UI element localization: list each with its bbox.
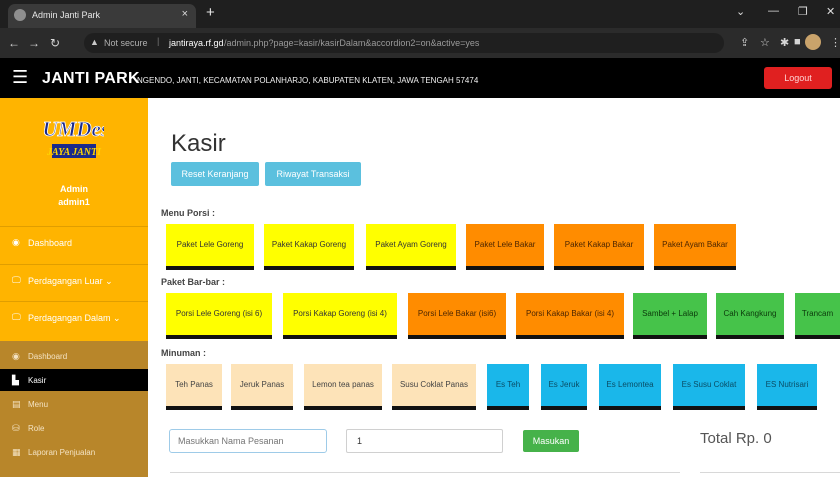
tab-search-icon[interactable]: ⌄ (736, 5, 745, 18)
brand-title: JANTI PARK (42, 70, 140, 87)
url-path: /admin.php?page=kasir/kasirDalam&accordi… (224, 38, 480, 48)
browser-tab[interactable]: Admin Janti Park × (8, 4, 196, 28)
reset-cart-button[interactable]: Reset Keranjang (171, 162, 259, 186)
menu-icon: ▤ (12, 399, 21, 409)
minimize-icon[interactable]: — (768, 5, 779, 17)
extensions-icon[interactable]: ✱ (780, 36, 789, 49)
dashboard-icon: ◉ (12, 351, 20, 361)
sidebar-item-dashboard[interactable]: ◉ Dashboard (0, 226, 148, 259)
logout-button[interactable]: Logout (764, 67, 832, 89)
sidebar-item-perdagangan-luar[interactable]: 🖵 Perdagangan Luar ⌄ (0, 264, 148, 301)
product-paket-ayam-bakar[interactable]: Paket Ayam Bakar (654, 224, 736, 270)
sidebar-item-perdagangan-dalam[interactable]: 🖵 Perdagangan Dalam ⌄ (0, 301, 148, 342)
product-jeruk-panas[interactable]: Jeruk Panas (231, 364, 293, 410)
svg-text:BUMDesa: BUMDesa (44, 117, 104, 141)
product-trancam[interactable]: Trancam (795, 293, 840, 339)
order-table-edge (170, 472, 680, 478)
sidebar-submenu: ◉ Dashboard ▙ Kasir ▤ Menu ⛁ Role ▦ Lapo… (0, 341, 148, 477)
page-title: Kasir (171, 130, 226, 157)
tab-title: Admin Janti Park (32, 10, 101, 20)
product-susu-coklat-panas[interactable]: Susu Coklat Panas (392, 364, 476, 410)
product-es-teh[interactable]: Es Teh (487, 364, 529, 410)
hamburger-menu-icon[interactable]: ☰ (12, 67, 28, 88)
product-es-jeruk[interactable]: Es Jeruk (541, 364, 587, 410)
product-es-lemontea[interactable]: Es Lemontea (599, 364, 661, 410)
url-field[interactable]: ▲ Not secure | jantiraya.rf.gd /admin.ph… (84, 33, 724, 53)
back-icon[interactable]: ← (8, 36, 20, 50)
browser-menu-icon[interactable]: ⋮ (830, 36, 840, 49)
product-porsi-kakap-bakar[interactable]: Porsi Kakap Bakar (isi 4) (516, 293, 624, 339)
section-label-paket-bar-bar: Paket Bar-bar : (161, 277, 226, 287)
maximize-icon[interactable]: ❐ (798, 5, 808, 18)
site-favicon-icon (14, 9, 26, 21)
report-icon: ▦ (12, 447, 21, 457)
transaction-history-button[interactable]: Riwayat Transaksi (265, 162, 361, 186)
quantity-input[interactable] (346, 429, 503, 453)
browser-tab-bar: Admin Janti Park × + ⌄ — ❐ ✕ (0, 0, 840, 28)
section-label-menu-porsi: Menu Porsi : (161, 208, 216, 218)
profile-avatar[interactable] (805, 34, 821, 50)
product-lemon-tea-panas[interactable]: Lemon tea panas (304, 364, 382, 410)
svg-text:JAYA JANTI: JAYA JANTI (46, 147, 102, 158)
order-name-input[interactable] (169, 429, 327, 453)
forward-icon[interactable]: → (28, 36, 40, 50)
dashboard-icon: ◉ (12, 237, 20, 247)
product-paket-lele-bakar[interactable]: Paket Lele Bakar (466, 224, 544, 270)
tab-close-icon[interactable]: × (182, 8, 188, 20)
submenu-item-laporan-penjualan[interactable]: ▦ Laporan Penjualan (0, 441, 148, 463)
submenu-item-kasir[interactable]: ▙ Kasir (0, 369, 148, 391)
total-price: Total Rp. 0 (700, 430, 772, 447)
submenu-item-role[interactable]: ⛁ Role (0, 417, 148, 439)
monitor-icon: 🖵 (12, 312, 21, 322)
username: admin1 (58, 197, 90, 207)
bookmark-star-icon[interactable]: ☆ (760, 36, 770, 49)
app-header: ☰ JANTI PARK NGENDO, JANTI, KECAMATAN PO… (0, 58, 840, 98)
product-paket-kakap-goreng[interactable]: Paket Kakap Goreng (264, 224, 354, 270)
product-porsi-lele-goreng[interactable]: Porsi Lele Goreng (isi 6) (166, 293, 272, 339)
summary-table-edge (700, 472, 840, 478)
warning-icon[interactable]: ▲ (90, 37, 99, 47)
product-paket-ayam-goreng[interactable]: Paket Ayam Goreng (366, 224, 456, 270)
submenu-item-menu[interactable]: ▤ Menu (0, 393, 148, 415)
submit-order-button[interactable]: Masukan (523, 430, 579, 452)
product-porsi-lele-bakar[interactable]: Porsi Lele Bakar (isi6) (408, 293, 506, 339)
section-label-minuman: Minuman : (161, 348, 206, 358)
sidebar: BUMDesa JAYA JANTI Admin admin1 ◉ Dashbo… (0, 98, 148, 477)
role-icon: ⛁ (12, 423, 20, 433)
product-es-nutrisari[interactable]: ES Nutrisari (757, 364, 817, 410)
monitor-icon: 🖵 (12, 275, 21, 285)
user-role: Admin (60, 184, 88, 194)
url-domain: jantiraya.rf.gd (169, 38, 224, 48)
header-address: NGENDO, JANTI, KECAMATAN POLANHARJO, KAB… (137, 76, 479, 85)
reload-icon[interactable]: ↻ (50, 36, 60, 50)
close-window-icon[interactable]: ✕ (826, 5, 835, 18)
address-bar: ← → ↻ ▲ Not secure | jantiraya.rf.gd /ad… (0, 28, 840, 58)
cashier-icon: ▙ (12, 375, 19, 385)
product-es-susu-coklat[interactable]: Es Susu Coklat (673, 364, 745, 410)
product-porsi-kakap-goreng[interactable]: Porsi Kakap Goreng (isi 4) (283, 293, 397, 339)
product-cah-kangkung[interactable]: Cah Kangkung (716, 293, 784, 339)
new-tab-icon[interactable]: + (206, 4, 215, 21)
sidepanel-icon[interactable]: ■ (794, 36, 801, 48)
submenu-item-dashboard[interactable]: ◉ Dashboard (0, 345, 148, 367)
product-paket-lele-goreng[interactable]: Paket Lele Goreng (166, 224, 254, 270)
share-icon[interactable]: ⇪ (740, 36, 749, 49)
security-label[interactable]: Not secure (104, 38, 148, 48)
url-separator: | (157, 36, 160, 46)
product-sambel-lalap[interactable]: Sambel + Lalap (633, 293, 707, 339)
product-teh-panas[interactable]: Teh Panas (166, 364, 222, 410)
product-paket-kakap-bakar[interactable]: Paket Kakap Bakar (554, 224, 644, 270)
bumdesa-logo: BUMDesa JAYA JANTI (44, 117, 104, 158)
